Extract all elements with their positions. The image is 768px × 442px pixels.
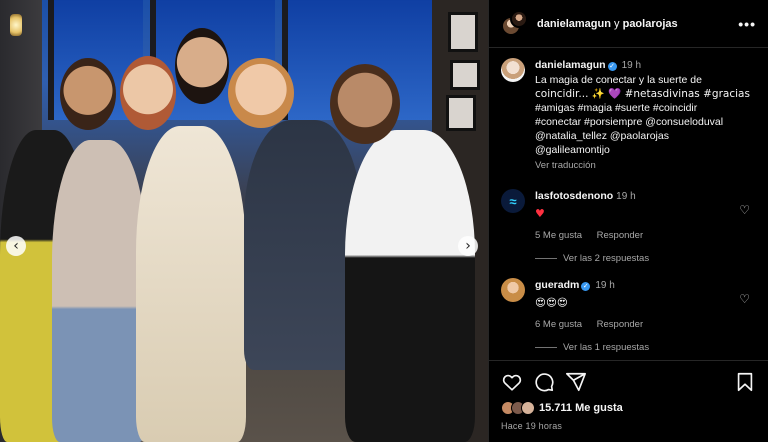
caption-time: 19 h: [621, 60, 642, 71]
comment-likes[interactable]: 6 Me gusta: [535, 319, 582, 330]
caption-text: La magia de conectar y la suerte de coin…: [535, 73, 755, 157]
caption-line: #amigas #magia #suerte #coincidir: [535, 102, 698, 114]
caption-line: @natalia_tellez @paolarojas: [535, 130, 669, 142]
author-username[interactable]: danielamagun: [537, 18, 611, 30]
collab-avatars[interactable]: [501, 9, 529, 38]
divider: [535, 258, 557, 259]
heart-icon[interactable]: ♡: [739, 203, 750, 217]
authors-joiner: y: [614, 17, 620, 30]
post-panel: danielamagun y paolarojas ••• danielamag…: [488, 0, 768, 442]
reply-button[interactable]: Responder: [597, 230, 643, 241]
wall-photo-frame: [450, 60, 480, 90]
avatar: [521, 401, 535, 415]
divider: [535, 347, 557, 348]
person-5-head: [330, 64, 400, 144]
comment-item: ≈ lasfotosdenono 19 h ♥ 5 Me gusta Respon…: [501, 189, 756, 243]
comment-time: 19 h: [616, 191, 636, 202]
wall-photo-frame: [448, 12, 478, 52]
caption-line: La magia de conectar y la suerte de: [535, 74, 702, 86]
post-time-ago: Hace 19 horas: [501, 421, 563, 431]
avatar[interactable]: [501, 58, 525, 82]
likes-summary[interactable]: 15.711 Me gusta: [501, 401, 756, 415]
comment-time: 19 h: [595, 280, 615, 291]
author-username[interactable]: paolarojas: [623, 18, 678, 30]
verified-badge-icon: ✓: [607, 62, 617, 71]
post-authors[interactable]: danielamagun y paolarojas: [537, 18, 738, 30]
comment-icon[interactable]: [533, 371, 555, 393]
person-4-head: [228, 58, 294, 128]
person-5: [345, 130, 475, 442]
more-options-icon[interactable]: •••: [738, 16, 756, 32]
comment-username[interactable]: lasfotosdenono: [535, 190, 613, 202]
share-icon[interactable]: [565, 371, 587, 393]
person-2-head: [120, 56, 176, 130]
comment-text: 😍😍😍: [535, 297, 568, 309]
wall-lamp: [10, 14, 22, 36]
person-3: [136, 126, 246, 442]
avatar: [510, 9, 528, 28]
avatar[interactable]: ≈: [501, 189, 525, 213]
comment-likes[interactable]: 5 Me gusta: [535, 230, 582, 241]
likes-count[interactable]: 15.711 Me gusta: [539, 402, 623, 414]
caption: danielamagun ✓ 19 h La magia de conectar y…: [501, 58, 756, 173]
chevron-right-icon[interactable]: ›: [458, 236, 478, 256]
chevron-left-icon[interactable]: ‹: [6, 236, 26, 256]
heart-icon[interactable]: [501, 371, 523, 393]
bookmark-icon[interactable]: [734, 371, 756, 393]
view-replies-label: Ver las 1 respuestas: [563, 342, 650, 353]
post-header: danielamagun y paolarojas •••: [489, 0, 768, 48]
person-3-head: [175, 28, 229, 104]
verified-badge-icon: ✓: [581, 282, 591, 291]
caption-line: @galileamontijo: [535, 144, 610, 156]
comment-text: ♥: [535, 207, 545, 220]
caption-username[interactable]: danielamagun: [535, 59, 606, 71]
view-replies-button[interactable]: Ver las 1 respuestas: [535, 342, 756, 353]
comment-username[interactable]: gueradm: [535, 279, 579, 291]
view-replies-button[interactable]: Ver las 2 respuestas: [535, 253, 756, 264]
post-photo[interactable]: ‹ ›: [0, 0, 488, 442]
heart-icon[interactable]: ♡: [739, 292, 750, 306]
person-1-head: [60, 58, 116, 130]
wall-photo-frame: [446, 95, 476, 131]
avatar[interactable]: [501, 278, 525, 302]
see-translation-link[interactable]: Ver traducción: [535, 159, 755, 173]
caption-line: coincidir... ✨ 💜 #netasdivinas #gracias: [535, 88, 750, 100]
comment-item: gueradm ✓ 19 h 😍😍😍 6 Me gusta Responder ♡: [501, 278, 756, 332]
person-2: [52, 140, 147, 442]
view-replies-label: Ver las 2 respuestas: [563, 253, 650, 264]
caption-line: #conectar #porsiempre @consueloduval: [535, 116, 724, 128]
reply-button[interactable]: Responder: [597, 319, 643, 330]
comments-list[interactable]: danielamagun ✓ 19 h La magia de conectar y…: [489, 48, 768, 358]
post-actions: 15.711 Me gusta Hace 19 horas: [489, 360, 768, 431]
